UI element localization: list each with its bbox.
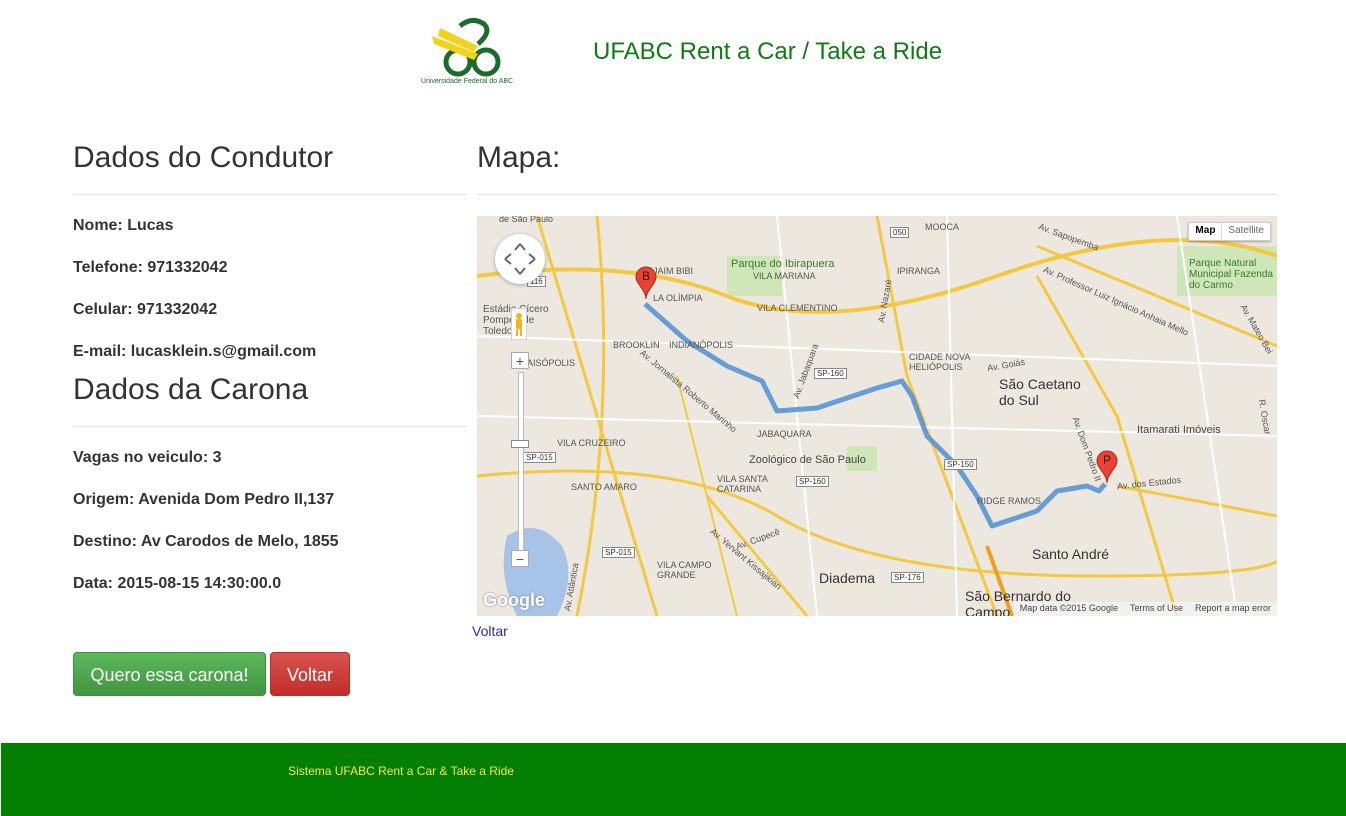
map-canvas [477,216,1277,616]
map-type-control: Map Satellite [1188,222,1271,241]
map-label: LA OLÍMPIA [653,293,703,303]
footer-text: Sistema UFABC Rent a Car & Take a Ride [288,764,514,778]
map-section-title: Mapa: [477,141,561,174]
map-label: Zoológico de São Paulo [749,454,866,466]
road-shield: SP-150 [944,459,977,470]
report-map-error-link[interactable]: Report a map error [1189,602,1277,616]
map-label: RIDGE RAMOS [977,496,1042,506]
map-type-satellite-button[interactable]: Satellite [1221,223,1270,240]
footer: Sistema UFABC Rent a Car & Take a Ride [1,743,1346,816]
ride-destination: Destino: Av Carodos de Melo, 1855 [73,533,339,550]
map-label: AISÓPOLIS [527,358,576,368]
driver-section-title: Dados do Condutor [73,141,334,174]
header: Universidade Federal do ABC UFABC Rent a… [0,0,1346,100]
zoom-control: + − [511,352,529,572]
back-button[interactable]: Voltar [270,652,350,696]
marker-label: P [1102,453,1111,467]
back-link[interactable]: Voltar [472,623,508,639]
map-data-attribution: Map data ©2015 Google [1019,603,1118,613]
site-title: UFABC Rent a Car / Take a Ride [593,38,943,65]
zoom-in-button[interactable]: + [511,352,529,369]
ride-section-title: Dados da Carona [73,373,309,406]
map-label: CIDADE NOVA HELIÓPOLIS [909,352,970,372]
map-attribution: Map data ©2015 Google Terms of Use Repor… [1013,602,1277,616]
terms-of-use-link[interactable]: Terms of Use [1124,602,1189,616]
map-label: MOOCA [925,222,960,232]
road-shield: SP-015 [602,547,635,558]
zoom-slider-track[interactable] [518,372,524,554]
road-shield: 050 [890,227,910,238]
map-type-map-button[interactable]: Map [1189,223,1221,240]
marker-label: B [641,269,650,283]
divider [477,194,1277,195]
map-marker-start[interactable]: B [635,266,657,300]
map-label: Santo André [1032,546,1110,562]
map-label: VILA CRUZEIRO [557,438,626,448]
map-label: IPIRANGA [897,266,941,276]
ride-date: Data: 2015-08-15 14:30:00.0 [73,575,282,592]
pan-arrows-icon [504,243,536,275]
driver-phone: Telefone: 971332042 [73,259,228,276]
road-shield: SP-160 [814,368,847,379]
map-label: INDIANÓPOLIS [669,340,734,350]
map-label: Diadema [819,570,876,586]
ride-origin: Origem: Avenida Dom Pedro II,137 [73,491,335,508]
ufabc-logo: Universidade Federal do ABC [412,14,522,90]
map-label: Parque Natural Municipal Fazenda do Carm… [1189,258,1273,291]
map-label: JAIM BIBI [653,266,694,276]
map-label: JABAQUARA [757,429,812,439]
map-label: VILA MARIANA [753,271,816,281]
map-label: de São Paulo [499,216,554,224]
google-logo: Google [483,590,545,610]
details-column: Dados do Condutor Nome: Lucas Telefone: … [73,138,467,696]
zoom-slider-thumb[interactable] [511,440,529,448]
map-column: Mapa: [477,138,1277,195]
map-label: SANTO AMARO [571,482,637,492]
map-label: Parque do Ibirapuera [731,258,835,270]
ufabc-logo-icon [432,18,501,77]
road-shield: SP-160 [796,476,829,487]
driver-email: E-mail: lucasklein.s@gmail.com [73,343,317,360]
map-label: VILA CLEMENTINO [757,303,838,313]
want-ride-button[interactable]: Quero essa carona! [73,652,266,696]
pan-control[interactable] [495,234,545,284]
map-label: VILA CAMPO GRANDE [657,560,712,580]
driver-mobile: Celular: 971332042 [73,301,218,318]
zoom-out-button[interactable]: − [511,550,529,567]
logo-caption: Universidade Federal do ABC [420,78,514,85]
map-label: São Caetano do Sul [999,376,1081,408]
road-shield: SP-176 [891,572,924,583]
ride-seats: Vagas no veiculo: 3 [73,449,222,466]
map-label: BROOKLIN [613,340,660,350]
map-label: Itamarati Imóveis [1137,424,1221,436]
street-view-pegman-icon[interactable] [510,307,528,341]
route-map[interactable]: de São Paulo JAIM BIBI LA OLÍMPIA Parque… [477,216,1277,616]
map-marker-end[interactable]: P [1096,450,1118,484]
driver-name: Nome: Lucas [73,217,174,234]
map-label: VILA SANTA CATARINA [717,474,768,494]
